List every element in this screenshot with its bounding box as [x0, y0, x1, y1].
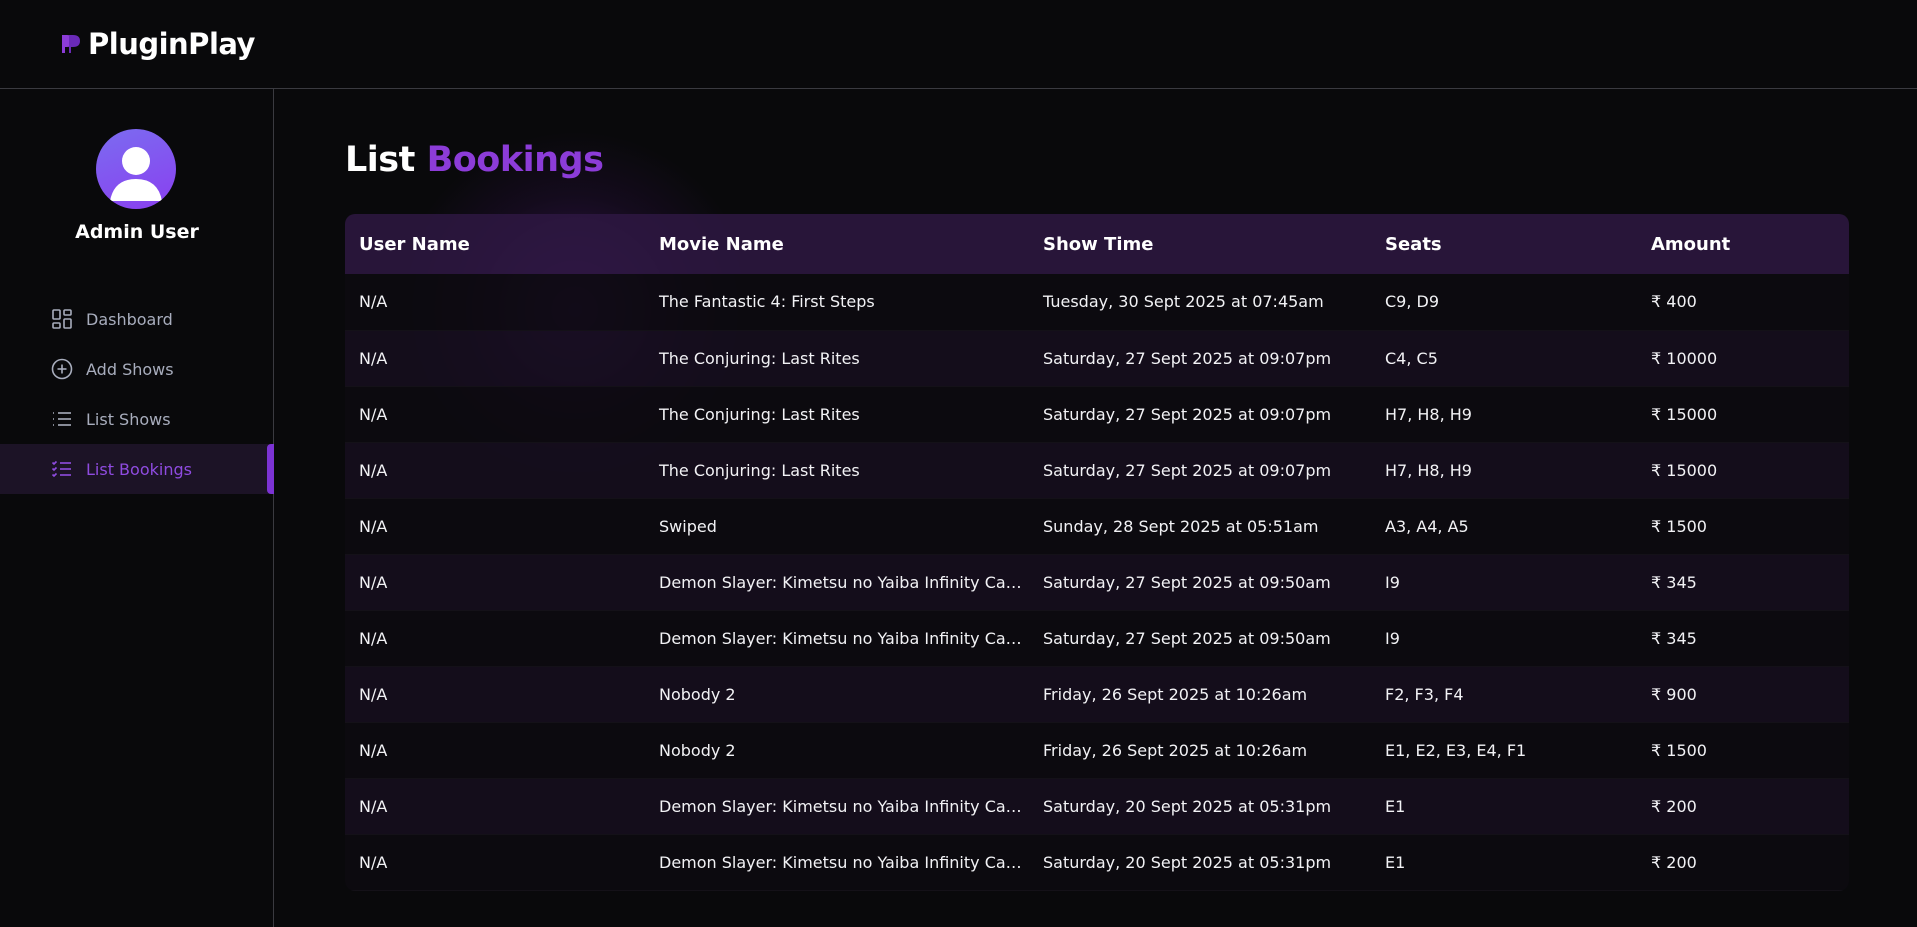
movie-name-cell: Demon Slayer: Kimetsu no Yaiba Infinity … [645, 610, 1029, 667]
sidebar-item-label: List Shows [86, 409, 171, 429]
sidebar-item-add-shows[interactable]: Add Shows [0, 344, 274, 394]
user-name-cell: N/A [345, 666, 645, 723]
column-header-movie-name: Movie Name [659, 233, 784, 255]
show-time-cell: Sunday, 28 Sept 2025 at 05:51am [1029, 498, 1371, 555]
user-name-cell: N/A [345, 330, 645, 387]
list-icon [53, 412, 71, 426]
user-name: Admin User [75, 221, 199, 243]
user-name-cell: N/A [345, 834, 645, 891]
table-row: N/A Nobody 2 Friday, 26 Sept 2025 at 10:26… [345, 722, 1849, 779]
table-row: N/A Demon Slayer: Kimetsu no Yaiba Infini… [345, 554, 1849, 611]
seats-cell: E1 [1371, 834, 1637, 891]
table-row: N/A The Conjuring: Last Rites Saturday, 27… [345, 442, 1849, 499]
amount-cell: ₹ 200 [1637, 834, 1849, 891]
amount-cell: ₹ 345 [1637, 554, 1849, 611]
user-name-cell: N/A [345, 778, 645, 835]
sidebar-item-label: List Bookings [86, 459, 192, 479]
amount-cell: ₹ 345 [1637, 610, 1849, 667]
column-header-show-time: Show Time [1043, 233, 1154, 255]
show-time-cell: Saturday, 27 Sept 2025 at 09:07pm [1029, 386, 1371, 443]
show-time-cell: Friday, 26 Sept 2025 at 10:26am [1029, 666, 1371, 723]
table-row: N/A The Conjuring: Last Rites Saturday, 27… [345, 330, 1849, 387]
movie-name-cell: The Conjuring: Last Rites [645, 442, 1029, 499]
user-name-cell: N/A [345, 386, 645, 443]
table-row: N/A Demon Slayer: Kimetsu no Yaiba Infini… [345, 778, 1849, 835]
movie-name-cell: The Conjuring: Last Rites [645, 386, 1029, 443]
sidebar-item-dashboard[interactable]: Dashboard [0, 294, 274, 344]
seats-cell: A3, A4, A5 [1371, 498, 1637, 555]
list-check-icon [51, 460, 71, 478]
user-name-cell: N/A [345, 722, 645, 779]
app-name: PluginPlay [88, 27, 255, 61]
movie-name-cell: The Fantastic 4: First Steps [645, 274, 1029, 331]
plus-circle-icon [51, 358, 73, 380]
table-row: N/A The Fantastic 4: First Steps Tuesday, … [345, 274, 1849, 331]
show-time-cell: Saturday, 20 Sept 2025 at 05:31pm [1029, 778, 1371, 835]
table-row: N/A Demon Slayer: Kimetsu no Yaiba Infini… [345, 610, 1849, 667]
top-bar: PluginPlay [0, 0, 1917, 89]
page-title-main: List [345, 140, 415, 180]
user-name-cell: N/A [345, 442, 645, 499]
sidebar-nav: Dashboard Add Shows List Shows List Book… [0, 294, 274, 494]
movie-name-cell: Nobody 2 [645, 666, 1029, 723]
page-title: List Bookings [345, 140, 604, 180]
column-header-user-name: User Name [359, 233, 470, 255]
amount-cell: ₹ 15000 [1637, 442, 1849, 499]
sidebar-item-label: Add Shows [86, 359, 174, 379]
column-header-amount: Amount [1651, 233, 1731, 255]
seats-cell: C9, D9 [1371, 274, 1637, 331]
movie-name-cell: Demon Slayer: Kimetsu no Yaiba Infinity … [645, 834, 1029, 891]
movie-name-cell: Swiped [645, 498, 1029, 555]
sidebar-item-list-bookings[interactable]: List Bookings [0, 444, 274, 494]
seats-cell: H7, H8, H9 [1371, 442, 1637, 499]
sidebar-item-list-shows[interactable]: List Shows [0, 394, 274, 444]
amount-cell: ₹ 15000 [1637, 386, 1849, 443]
main-content: List Bookings User Name Movie Name Show … [275, 90, 1917, 927]
avatar[interactable] [96, 129, 176, 209]
seats-cell: I9 [1371, 610, 1637, 667]
bookings-table: User Name Movie Name Show Time Seats Amo… [345, 214, 1849, 891]
amount-cell: ₹ 1500 [1637, 498, 1849, 555]
user-name-cell: N/A [345, 498, 645, 555]
seats-cell: I9 [1371, 554, 1637, 611]
amount-cell: ₹ 1500 [1637, 722, 1849, 779]
seats-cell: E1, E2, E3, E4, F1 [1371, 722, 1637, 779]
user-name-cell: N/A [345, 274, 645, 331]
amount-cell: ₹ 400 [1637, 274, 1849, 331]
amount-cell: ₹ 10000 [1637, 330, 1849, 387]
show-time-cell: Saturday, 27 Sept 2025 at 09:50am [1029, 610, 1371, 667]
page-title-accent: Bookings [426, 140, 604, 180]
movie-name-cell: Nobody 2 [645, 722, 1029, 779]
show-time-cell: Friday, 26 Sept 2025 at 10:26am [1029, 722, 1371, 779]
logo-icon [62, 35, 80, 53]
show-time-cell: Saturday, 27 Sept 2025 at 09:07pm [1029, 442, 1371, 499]
user-avatar-icon [110, 147, 162, 201]
user-name-cell: N/A [345, 610, 645, 667]
dashboard-icon [52, 309, 72, 329]
table-row: N/A Nobody 2 Friday, 26 Sept 2025 at 10:26… [345, 666, 1849, 723]
show-time-cell: Saturday, 27 Sept 2025 at 09:50am [1029, 554, 1371, 611]
table-row: N/A Swiped Sunday, 28 Sept 2025 at 05:51am… [345, 498, 1849, 555]
column-header-seats: Seats [1385, 233, 1442, 255]
show-time-cell: Saturday, 27 Sept 2025 at 09:07pm [1029, 330, 1371, 387]
logo[interactable]: PluginPlay [60, 27, 255, 61]
movie-name-cell: Demon Slayer: Kimetsu no Yaiba Infinity … [645, 778, 1029, 835]
table-header-row: User Name Movie Name Show Time Seats Amo… [345, 214, 1849, 274]
sidebar: Admin User Dashboard Add Shows List Show… [0, 89, 274, 927]
seats-cell: H7, H8, H9 [1371, 386, 1637, 443]
seats-cell: E1 [1371, 778, 1637, 835]
amount-cell: ₹ 900 [1637, 666, 1849, 723]
table-row: N/A The Conjuring: Last Rites Saturday, 27… [345, 386, 1849, 443]
seats-cell: F2, F3, F4 [1371, 666, 1637, 723]
sidebar-item-label: Dashboard [86, 309, 173, 329]
movie-name-cell: Demon Slayer: Kimetsu no Yaiba Infinity … [645, 554, 1029, 611]
show-time-cell: Saturday, 20 Sept 2025 at 05:31pm [1029, 834, 1371, 891]
table-body: N/A The Fantastic 4: First Steps Tuesday, … [345, 274, 1849, 891]
table-row: N/A Demon Slayer: Kimetsu no Yaiba Infini… [345, 834, 1849, 891]
amount-cell: ₹ 200 [1637, 778, 1849, 835]
seats-cell: C4, C5 [1371, 330, 1637, 387]
movie-name-cell: The Conjuring: Last Rites [645, 330, 1029, 387]
user-name-cell: N/A [345, 554, 645, 611]
show-time-cell: Tuesday, 30 Sept 2025 at 07:45am [1029, 274, 1371, 331]
